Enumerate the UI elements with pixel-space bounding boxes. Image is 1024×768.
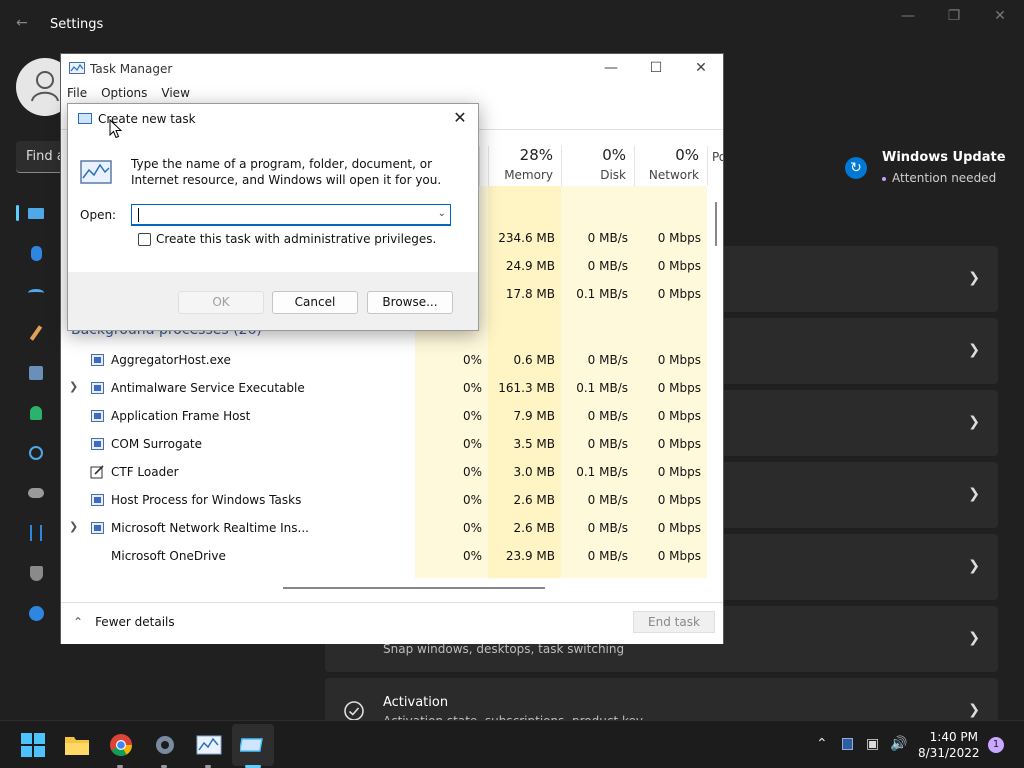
bluetooth-icon[interactable] [26, 243, 46, 263]
task-manager-taskbar-icon[interactable] [196, 733, 222, 757]
dialog-message: Type the name of a program, folder, docu… [131, 157, 442, 187]
run-icon [78, 113, 92, 124]
process-icon [91, 354, 104, 366]
settings-gear-icon[interactable] [152, 733, 178, 757]
task-manager-icon [69, 62, 85, 74]
table-row[interactable]: Application Frame Host 0% 7.9 MB 0 MB/s … [61, 402, 707, 430]
column-header-cpu[interactable] [479, 146, 488, 186]
create-new-task-dialog: Create new task ✕ Type the name of a pro… [67, 103, 479, 331]
horizontal-scrollbar[interactable] [61, 584, 707, 594]
expand-chevron-icon[interactable]: ❯ [69, 380, 78, 393]
restore-icon[interactable]: ❐ [944, 8, 964, 24]
fewer-details-button[interactable]: ⌃ Fewer details [73, 615, 175, 629]
column-header-memory[interactable]: 28% Memory [488, 146, 561, 186]
accessibility-icon[interactable] [26, 523, 46, 543]
chevron-right-icon: ❯ [968, 342, 980, 358]
volume-icon[interactable]: 🔊 [890, 736, 907, 752]
tray-app-icon[interactable] [842, 736, 853, 750]
apps-icon[interactable] [26, 363, 46, 383]
show-hidden-icons-chevron-icon[interactable]: ⌃ [816, 736, 828, 752]
task-manager-titlebar[interactable]: Task Manager — ☐ ✕ [61, 54, 723, 84]
task-manager-title: Task Manager [90, 62, 173, 76]
table-row[interactable]: Host Process for Windows Tasks 0% 2.6 MB… [61, 486, 707, 514]
chevron-right-icon: ❯ [968, 486, 980, 502]
minimize-icon[interactable]: — [898, 8, 918, 24]
task-manager-footer: ⌃ Fewer details End task [61, 602, 723, 644]
admin-privileges-checkbox[interactable]: Create this task with administrative pri… [138, 232, 436, 246]
chevron-down-icon[interactable]: ⌄ [438, 208, 446, 219]
check-circle-icon [344, 701, 364, 721]
process-icon [91, 382, 104, 394]
windows-update-nav-icon[interactable] [26, 603, 46, 623]
system-icon[interactable] [26, 203, 46, 223]
privacy-security-icon[interactable] [26, 563, 46, 583]
chrome-icon[interactable] [108, 733, 134, 757]
nav-active-indicator [16, 205, 19, 221]
process-icon [91, 438, 104, 450]
expand-chevron-icon[interactable]: ❯ [69, 520, 78, 533]
column-header-power[interactable]: Po [707, 146, 723, 186]
table-row[interactable]: Microsoft OneDrive 0% 23.9 MB 0 MB/s 0 M… [61, 542, 707, 570]
vertical-scrollbar[interactable] [715, 202, 717, 246]
table-row[interactable]: ❯ Antimalware Service Executable 0% 161.… [61, 374, 707, 402]
minimize-icon[interactable]: — [601, 60, 621, 76]
time-language-icon[interactable] [26, 443, 46, 463]
windows-update-status: Attention needed [882, 171, 996, 185]
checkbox-box[interactable] [138, 232, 151, 246]
chevron-right-icon: ❯ [968, 630, 980, 646]
close-icon[interactable]: ✕ [691, 60, 711, 76]
activation-label: Activation [383, 695, 449, 710]
chevron-right-icon: ❯ [968, 270, 980, 286]
back-arrow-icon[interactable]: ← [16, 15, 28, 31]
open-label: Open: [80, 208, 117, 222]
task-manager-menubar: File Options View [67, 86, 190, 100]
browse-button[interactable]: Browse... [367, 291, 453, 314]
start-icon[interactable] [20, 733, 46, 757]
gaming-icon[interactable] [26, 483, 46, 503]
menu-file[interactable]: File [67, 86, 87, 100]
network-icon[interactable] [26, 283, 46, 303]
open-combobox[interactable]: ⌄ [131, 204, 451, 226]
process-icon [91, 522, 104, 534]
settings-title: Settings [50, 17, 104, 32]
cancel-button[interactable]: Cancel [272, 291, 358, 314]
task-manager-graph-icon [80, 160, 112, 184]
table-row[interactable]: ❯ Microsoft Network Realtime Ins... 0% 2… [61, 514, 707, 542]
personalization-icon[interactable] [26, 323, 46, 343]
open-input[interactable] [136, 207, 426, 223]
person-icon [31, 71, 59, 102]
column-header-network[interactable]: 0% Network [634, 146, 707, 186]
clock[interactable]: 1:40 PM 8/31/2022 [918, 729, 980, 761]
column-header-disk[interactable]: 0% Disk [561, 146, 634, 186]
time: 1:40 PM [929, 730, 978, 744]
windows-update-icon: ↻ [845, 157, 867, 179]
date: 8/31/2022 [918, 746, 980, 760]
close-icon[interactable]: ✕ [450, 108, 470, 127]
chevron-right-icon: ❯ [968, 558, 980, 574]
maximize-icon[interactable]: ☐ [646, 60, 666, 76]
run-dialog-taskbar-icon[interactable] [240, 733, 266, 757]
menu-view[interactable]: View [161, 86, 189, 100]
chevron-up-icon: ⌃ [73, 615, 84, 629]
notification-badge[interactable]: 1 [988, 737, 1004, 753]
table-row[interactable]: COM Surrogate 0% 3.5 MB 0 MB/s 0 Mbps [61, 430, 707, 458]
mouse-cursor-icon [109, 119, 123, 139]
ctf-loader-icon [90, 465, 104, 479]
table-row[interactable]: CTF Loader 0% 3.0 MB 0.1 MB/s 0 Mbps [61, 458, 707, 486]
multitasking-sub: Snap windows, desktops, task switching [383, 642, 625, 656]
network-icon[interactable]: ▣ [866, 736, 879, 752]
file-explorer-icon[interactable] [64, 733, 90, 757]
process-icon [91, 410, 104, 422]
taskbar: ⌃ ▣ 🔊 1:40 PM 8/31/2022 1 [0, 720, 1024, 768]
chevron-right-icon: ❯ [968, 702, 980, 718]
menu-options[interactable]: Options [101, 86, 147, 100]
close-icon[interactable]: ✕ [990, 8, 1010, 24]
end-task-button[interactable]: End task [633, 611, 715, 633]
chevron-right-icon: ❯ [968, 414, 980, 430]
process-icon [91, 494, 104, 506]
ok-button[interactable]: OK [178, 291, 264, 314]
table-row[interactable]: AggregatorHost.exe 0% 0.6 MB 0 MB/s 0 Mb… [61, 346, 707, 374]
accounts-icon[interactable] [26, 403, 46, 423]
windows-update-title[interactable]: Windows Update [882, 150, 1006, 165]
